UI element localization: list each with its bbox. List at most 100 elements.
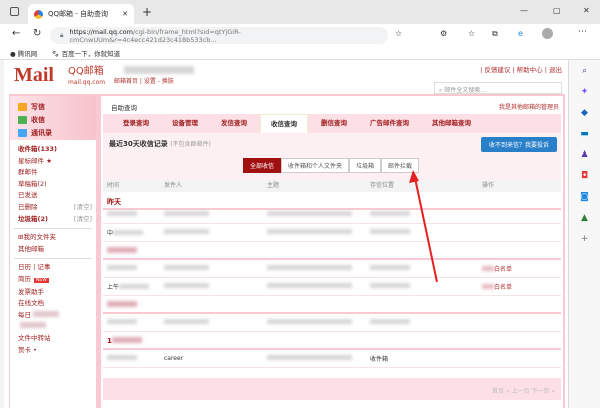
write-button[interactable]: 写信 <box>18 100 96 113</box>
cell-action[interactable]: 白名单 <box>478 282 512 291</box>
pagination[interactable]: 首页 « 上一页 下一页 » <box>103 378 561 400</box>
section-note: (不包含群邮件) <box>170 141 211 148</box>
tab-actions-icon[interactable] <box>10 7 19 16</box>
new-tab-button[interactable]: + <box>142 5 152 19</box>
sidebar-folder[interactable]: 星标邮件 ★ <box>18 156 96 168</box>
empty-folder-button[interactable]: [清空] <box>74 202 92 214</box>
url-input[interactable]: 🔒︎ https://mail.qq.com/cgi-bin/frame_html… <box>50 27 388 44</box>
table-row[interactable] <box>103 206 561 224</box>
maximize-button[interactable]: ▢ <box>553 6 561 15</box>
group-header: 1 <box>103 332 561 350</box>
cell-sender <box>160 211 263 218</box>
tab-query[interactable]: 广告邮件查询 <box>360 114 419 133</box>
table-row[interactable]: 白名单 <box>103 260 561 278</box>
tab-query[interactable]: 设备管理 <box>162 114 208 133</box>
office-icon[interactable]: ◘ <box>581 171 588 181</box>
back-icon[interactable]: ← <box>12 28 20 39</box>
people-icon[interactable]: ♟ <box>580 150 588 160</box>
favorites-icon[interactable]: ☆ <box>468 29 475 38</box>
filter-button[interactable]: 垃圾箱 <box>349 158 382 173</box>
extensions-icon[interactable]: ⚙ <box>440 29 447 38</box>
receive-button[interactable]: 收信 <box>18 113 96 126</box>
page-title: 自助查询 <box>111 104 137 112</box>
minimize-button[interactable]: — <box>520 6 528 15</box>
app-label: 简历 <box>18 274 31 283</box>
column-header: 主题 <box>267 182 280 189</box>
refresh-icon[interactable]: ↻ <box>33 28 41 39</box>
whitelist-link[interactable]: 白名单 <box>494 266 512 273</box>
header-links[interactable]: 邮箱首页 | 设置 - 换肤 <box>114 76 174 85</box>
profile-avatar[interactable] <box>542 28 553 39</box>
username-blurred <box>124 66 194 74</box>
filter-button[interactable]: 邮件拦截 <box>381 158 420 173</box>
edge-icon[interactable]: e <box>518 29 523 38</box>
tools-icon[interactable]: ▬ <box>580 129 589 139</box>
sidebar-my-folders[interactable]: ⊞我的文件夹 <box>18 232 96 244</box>
bookmark-baidu[interactable]: 🐾︎ 百度一下，你就知道 <box>51 48 120 58</box>
admin-link[interactable]: 我是其他邮箱的管理员 <box>499 102 559 111</box>
app-label: 发票助手 <box>18 287 44 296</box>
tab-title: QQ邮箱 - 自助查询 <box>48 10 108 18</box>
cell-time: 上午 <box>103 282 160 291</box>
app-label: 在线文档 <box>18 299 44 308</box>
tab-query[interactable]: 其他邮箱查询 <box>422 114 481 133</box>
search-input[interactable]: ⌕ 邮件全文搜索... <box>434 82 562 94</box>
table-row[interactable]: career 收件箱 <box>103 350 561 368</box>
whitelist-link[interactable]: 白名单 <box>494 284 512 291</box>
empty-folder-button[interactable]: [清空] <box>74 214 92 226</box>
tab-query[interactable]: 收信查询 <box>260 114 308 133</box>
sidebar-folder[interactable]: 已删除 [清空] <box>18 202 96 214</box>
complain-button[interactable]: 收不到来信？我要投诉 <box>480 137 557 152</box>
brand-domain: mail.qq.com <box>68 79 106 86</box>
shopping-icon[interactable]: ◆ <box>581 108 588 118</box>
filter-button[interactable]: 收件箱和个人文件夹 <box>281 158 350 173</box>
contacts-button[interactable]: 通讯录 <box>18 126 96 139</box>
favorite-icon[interactable]: ☆ <box>395 29 402 38</box>
sidebar-folder[interactable]: 群邮件 <box>18 167 96 179</box>
main-panel: 自助查询 我是其他邮箱的管理员 登录查询 设备管理 发信查询 收信查询 删信查询 广告邮件… <box>101 96 563 408</box>
tree-icon[interactable]: ▲ <box>581 213 588 223</box>
tab-query[interactable]: 登录查询 <box>113 114 159 133</box>
sidebar-app[interactable]: 发票助手 <box>18 287 96 299</box>
more-icon[interactable]: ⋯ <box>578 27 587 37</box>
add-icon[interactable]: + <box>581 234 589 244</box>
close-window-button[interactable]: ✕ <box>583 6 590 15</box>
new-badge: NEW <box>34 277 49 283</box>
search-icon[interactable]: ⌕ <box>582 66 587 76</box>
sidebar-other-mailboxes[interactable]: 其他邮箱 <box>18 244 96 256</box>
bookmark-tencent[interactable]: ● 腾讯网 <box>10 48 37 58</box>
table-row[interactable] <box>103 314 561 332</box>
table-row[interactable]: 上午 白名单 <box>103 278 561 296</box>
sidebar-folder[interactable]: 垃圾箱(2) [清空] <box>18 214 96 226</box>
cell-subject <box>263 265 366 272</box>
filter-button[interactable]: 全部收信 <box>243 158 282 173</box>
tab-query[interactable]: 发信查询 <box>211 114 257 133</box>
location-text: 收件箱 <box>370 356 389 363</box>
sidebar-app[interactable]: 日历 | 记事 <box>18 262 96 274</box>
collections-icon[interactable]: ⧉ <box>492 29 498 39</box>
sidebar-app[interactable]: 每日 <box>18 310 96 322</box>
table-row[interactable]: 中 <box>103 224 561 242</box>
tab-query[interactable]: 删信查询 <box>311 114 357 133</box>
outlook-icon[interactable]: ◙ <box>580 192 589 202</box>
sidebar-app[interactable]: 在线文档 <box>18 298 96 310</box>
sidebar-app[interactable]: 简历 NEW <box>18 274 96 287</box>
copilot-icon[interactable]: ✦ <box>581 87 589 97</box>
group-header <box>103 242 561 260</box>
cell-action[interactable]: 白名单 <box>478 264 512 273</box>
sidebar-folder[interactable]: 已发送 <box>18 190 96 202</box>
bookmarks-bar: ● 腾讯网 🐾︎ 百度一下，你就知道 <box>0 47 600 60</box>
time-text: 上午 <box>107 284 120 291</box>
sidebar-folder[interactable]: 草稿箱(2) <box>18 179 96 191</box>
table-header: 时间 发件人 主题 存信位置 操作 <box>103 180 561 192</box>
sidebar-folder[interactable]: 收件箱(133) <box>18 144 96 156</box>
app-label: 贺卡 • <box>18 345 37 354</box>
sidebar-app[interactable]: 贺卡 • <box>18 345 96 357</box>
mail-page: Mail QQ邮箱 mail.qq.com 邮箱首页 | 设置 - 换肤 | 反馈… <box>4 60 568 408</box>
folder-label: 已发送 <box>18 191 38 200</box>
close-tab-icon[interactable]: ✕ <box>122 10 128 18</box>
top-links[interactable]: | 反馈建议 | 帮助中心 | 退出 <box>480 64 562 74</box>
sidebar-app[interactable]: 文件中转站 <box>18 333 96 345</box>
sidebar-app[interactable] <box>18 321 96 333</box>
browser-tab[interactable]: QQ邮箱 - 自助查询 ✕ <box>28 4 134 24</box>
